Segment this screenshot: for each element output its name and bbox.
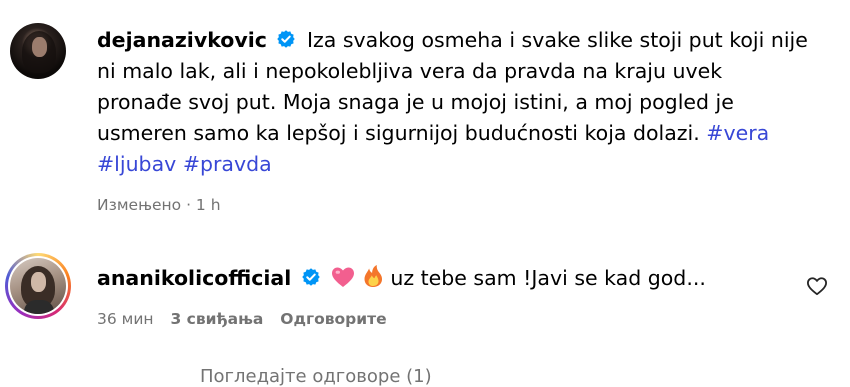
heart-outline-icon[interactable] <box>806 276 828 296</box>
pink-heart-emoji <box>332 267 355 287</box>
comment-text: uz tebe sam !Javi se kad god... <box>390 266 706 290</box>
verified-badge-icon <box>302 268 320 286</box>
comment: ananikolicofficial uz tebe sam !Javi se … <box>97 263 737 294</box>
comment-meta: 36 мин 3 свиђања Одговорите <box>97 310 387 328</box>
caption-edited-meta: Измењено · 1 h <box>97 196 221 214</box>
instagram-post-comments: dejanazivkovic Iza svakog osmeha i svake… <box>0 0 850 387</box>
comment-likes-link[interactable]: 3 свиђања <box>171 310 264 328</box>
hashtag-ljubav[interactable]: #ljubav <box>97 152 176 176</box>
verified-badge-icon <box>277 30 296 48</box>
hashtag-vera[interactable]: #vera <box>706 121 769 145</box>
owner-username[interactable]: dejanazivkovic <box>97 28 267 52</box>
post-caption: dejanazivkovic Iza svakog osmeha i svake… <box>97 25 812 180</box>
reply-button[interactable]: Одговорите <box>280 310 386 328</box>
commenter-avatar[interactable] <box>10 258 66 314</box>
view-replies-link[interactable]: Погледајте одговоре (1) <box>200 366 432 387</box>
commenter-username[interactable]: ananikolicofficial <box>97 266 291 290</box>
fire-emoji <box>364 265 382 287</box>
comment-time: 36 мин <box>97 310 154 328</box>
owner-avatar[interactable] <box>10 23 66 79</box>
hashtag-pravda[interactable]: #pravda <box>183 152 272 176</box>
